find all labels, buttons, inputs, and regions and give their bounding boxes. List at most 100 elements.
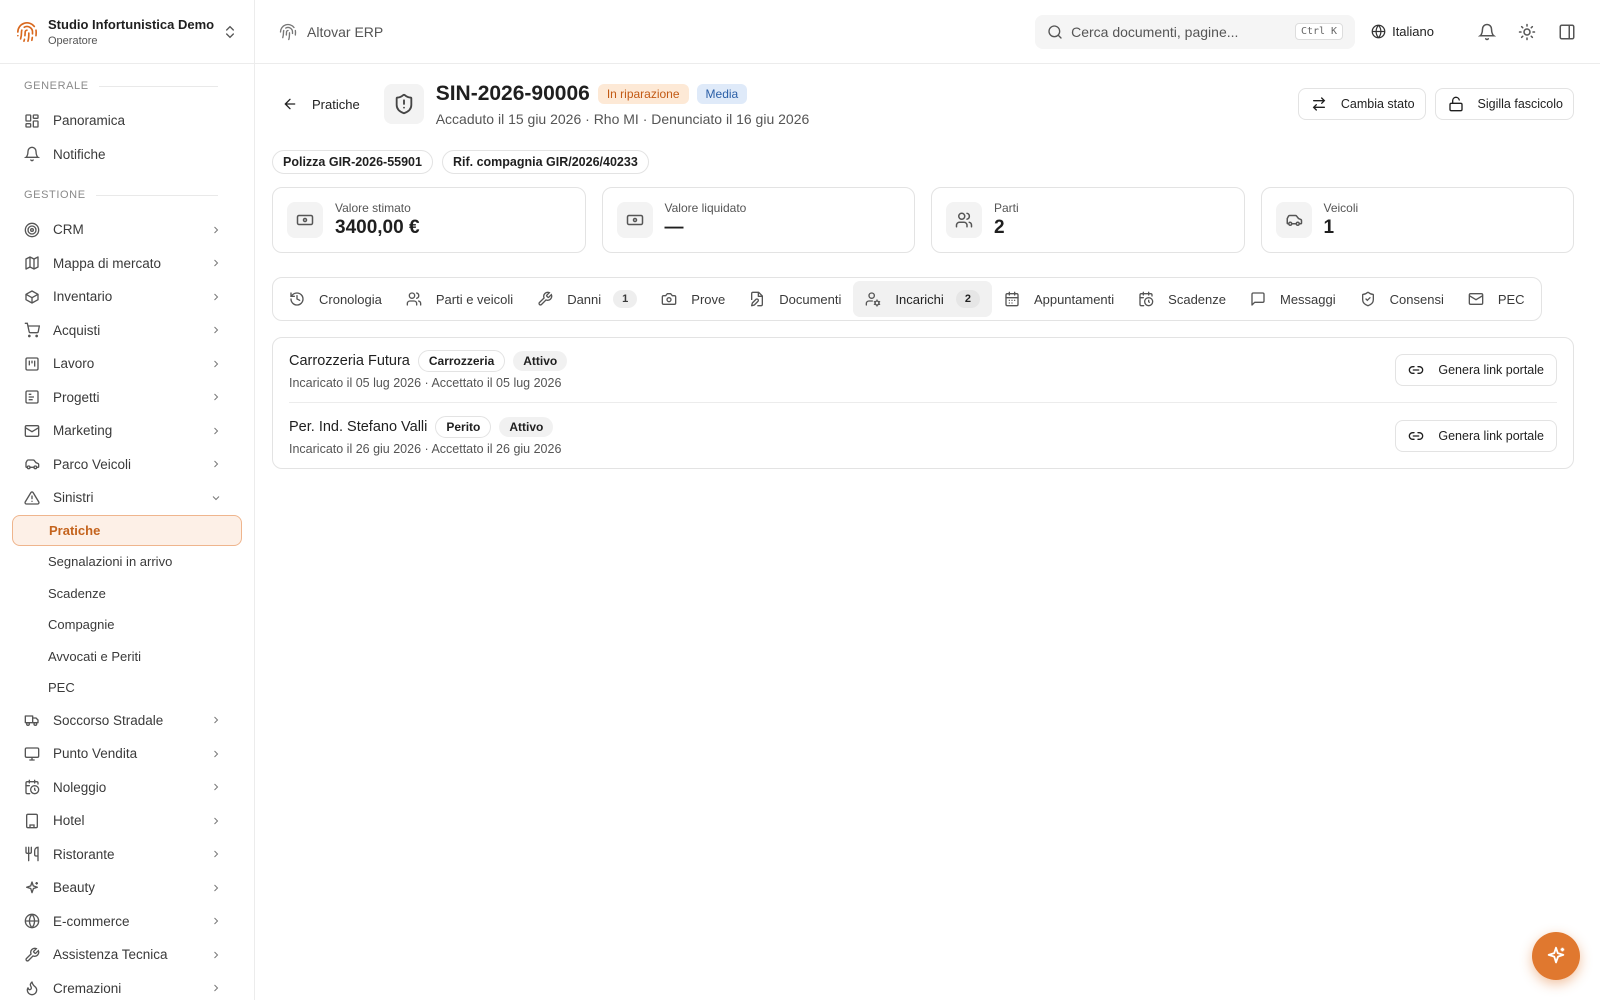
sidebar-item-soccorso-stradale[interactable]: Soccorso Stradale <box>0 704 254 738</box>
policy-chip: Polizza GIR-2026-55901 <box>272 150 433 174</box>
sidebar-subitem-segnalazioni[interactable]: Segnalazioni in arrivo <box>12 546 242 578</box>
tab-documenti[interactable]: Documenti <box>737 281 853 317</box>
tab-label: Incarichi <box>895 291 944 307</box>
fingerprint-logo-icon <box>16 21 38 43</box>
generate-portal-link-button[interactable]: Genera link portale <box>1395 419 1557 452</box>
tab-pec[interactable]: PEC <box>1456 281 1537 317</box>
list-item: Per. Ind. Stefano Valli Perito Attivo In… <box>289 403 1557 468</box>
sidebar-item-ristorante[interactable]: Ristorante <box>0 838 254 872</box>
sidebar-item-label: Lavoro <box>53 356 95 372</box>
tab-messaggi[interactable]: Messaggi <box>1238 281 1348 317</box>
sidebar-item-marketing[interactable]: Marketing <box>0 414 254 448</box>
bell-icon[interactable] <box>1478 23 1496 41</box>
sidebar-subitem-scadenze[interactable]: Scadenze <box>12 578 242 610</box>
list-item: Carrozzeria Futura Carrozzeria Attivo In… <box>289 338 1557 403</box>
tab-danni[interactable]: Danni 1 <box>525 281 649 317</box>
sidebar-item-progetti[interactable]: Progetti <box>0 381 254 415</box>
generate-portal-link-button[interactable]: Genera link portale <box>1395 354 1557 386</box>
map-icon <box>24 255 40 271</box>
tab-label: Documenti <box>779 291 842 307</box>
sidebar-subitem-avvocati-periti[interactable]: Avvocati e Periti <box>12 641 242 673</box>
sidebar-item-panoramica[interactable]: Panoramica <box>0 104 254 138</box>
back-button[interactable]: Pratiche <box>282 96 360 112</box>
tab-incarichi[interactable]: Incarichi 2 <box>853 281 992 317</box>
app-title-text: Altovar ERP <box>307 23 384 40</box>
reference-chips: Polizza GIR-2026-55901 Rif. compagnia GI… <box>272 150 1574 174</box>
sidebar-item-label: Mappa di mercato <box>53 255 162 271</box>
user-cog-icon <box>866 292 881 307</box>
sidebar-item-noleggio[interactable]: Noleggio <box>0 771 254 805</box>
status-badge: Attivo <box>513 351 568 371</box>
tab-consensi[interactable]: Consensi <box>1348 281 1456 317</box>
shield-check-icon <box>1361 291 1374 307</box>
sparkles-icon <box>1547 946 1565 964</box>
sidebar-subitem-pec[interactable]: PEC <box>12 672 242 704</box>
ai-assistant-button[interactable] <box>1532 932 1580 980</box>
chevron-right-icon <box>214 360 219 368</box>
arrows-swap-icon <box>1312 97 1326 111</box>
calendar-clock-icon <box>24 779 40 795</box>
sidebar-item-sinistri[interactable]: Sinistri <box>0 481 254 515</box>
chevron-right-icon <box>214 850 219 858</box>
tab-prove[interactable]: Prove <box>649 281 737 317</box>
assignments-list: Carrozzeria Futura Carrozzeria Attivo In… <box>272 337 1574 469</box>
tab-label: Scadenze <box>1168 291 1226 307</box>
sidebar-subitem-compagnie[interactable]: Compagnie <box>12 609 242 641</box>
truck-icon <box>24 712 40 728</box>
sidebar-item-punto-vendita[interactable]: Punto Vendita <box>0 737 254 771</box>
sidebar-item-assistenza-tecnica[interactable]: Assistenza Tecnica <box>0 938 254 972</box>
sidebar-item-parco-veicoli[interactable]: Parco Veicoli <box>0 448 254 482</box>
sidebar-item-ecommerce[interactable]: E-commerce <box>0 905 254 939</box>
sidebar-item-cremazioni[interactable]: Cremazioni <box>0 972 254 1000</box>
sidebar-item-notifiche[interactable]: Notifiche <box>0 138 254 172</box>
chevron-right-icon <box>214 817 219 825</box>
tab-cronologia[interactable]: Cronologia <box>277 281 394 317</box>
panel-toggle-icon[interactable] <box>1558 23 1576 41</box>
sidebar-item-acquisti[interactable]: Acquisti <box>0 314 254 348</box>
search-icon <box>1048 24 1062 39</box>
change-state-button[interactable]: Cambia stato <box>1297 88 1426 120</box>
assignee-name: Carrozzeria Futura <box>289 353 410 369</box>
stat-card: Valore stimato 3400,00 € <box>272 187 586 253</box>
seal-file-button[interactable]: Sigilla fascicolo <box>1434 88 1574 120</box>
sidebar-subitem-pratiche[interactable]: Pratiche <box>12 514 242 546</box>
sidebar-item-inventario[interactable]: Inventario <box>0 280 254 314</box>
kanban-icon <box>24 356 40 372</box>
sidebar-item-label: Soccorso Stradale <box>53 712 164 728</box>
case-shield-icon <box>383 84 424 124</box>
tab-scadenze[interactable]: Scadenze <box>1126 281 1238 317</box>
banknote-icon <box>287 202 323 238</box>
case-header: Pratiche SIN-2026-90006 In riparazione M… <box>272 64 1574 144</box>
chevron-right-icon <box>214 259 219 267</box>
sidebar-item-label: Marketing <box>53 423 113 439</box>
sidebar-item-mappa-mercato[interactable]: Mappa di mercato <box>0 247 254 281</box>
sidebar-item-lavoro[interactable]: Lavoro <box>0 347 254 381</box>
chevron-right-icon <box>214 716 219 724</box>
search-shortcut: Ctrl K <box>1294 23 1344 40</box>
org-switcher[interactable]: Studio Infortunistica Demo Operatore <box>0 0 254 64</box>
assignee-name: Per. Ind. Stefano Valli <box>289 418 428 435</box>
tab-appuntamenti[interactable]: Appuntamenti <box>992 281 1126 317</box>
sidebar-item-crm[interactable]: CRM <box>0 213 254 247</box>
section-management: GESTIONE <box>0 185 254 205</box>
box-icon <box>24 289 40 305</box>
change-state-label: Cambia stato <box>1340 97 1415 111</box>
tab-label: Appuntamenti <box>1033 291 1115 307</box>
tab-label: Messaggi <box>1280 291 1336 307</box>
sidebar-nav: GENERALE Panoramica Notifiche GESTIONE C… <box>0 64 254 1000</box>
globe-icon <box>24 913 40 929</box>
users-icon <box>946 202 982 238</box>
chevron-right-icon <box>214 460 219 468</box>
stat-card: Parti 2 <box>931 187 1245 253</box>
sidebar-item-beauty[interactable]: Beauty <box>0 871 254 905</box>
sun-icon[interactable] <box>1518 23 1536 41</box>
language-selector[interactable]: Italiano <box>1371 24 1434 39</box>
search-input[interactable]: Cerca documenti, pagine... Ctrl K <box>1035 14 1356 49</box>
sidebar-item-hotel[interactable]: Hotel <box>0 804 254 838</box>
history-icon <box>290 292 304 306</box>
sidebar-item-label: Notifiche <box>53 146 106 162</box>
chevron-right-icon <box>214 427 219 435</box>
sidebar-item-label: E-commerce <box>53 913 130 929</box>
tab-parti-veicoli[interactable]: Parti e veicoli <box>394 281 525 317</box>
role-badge: Carrozzeria <box>417 350 506 372</box>
